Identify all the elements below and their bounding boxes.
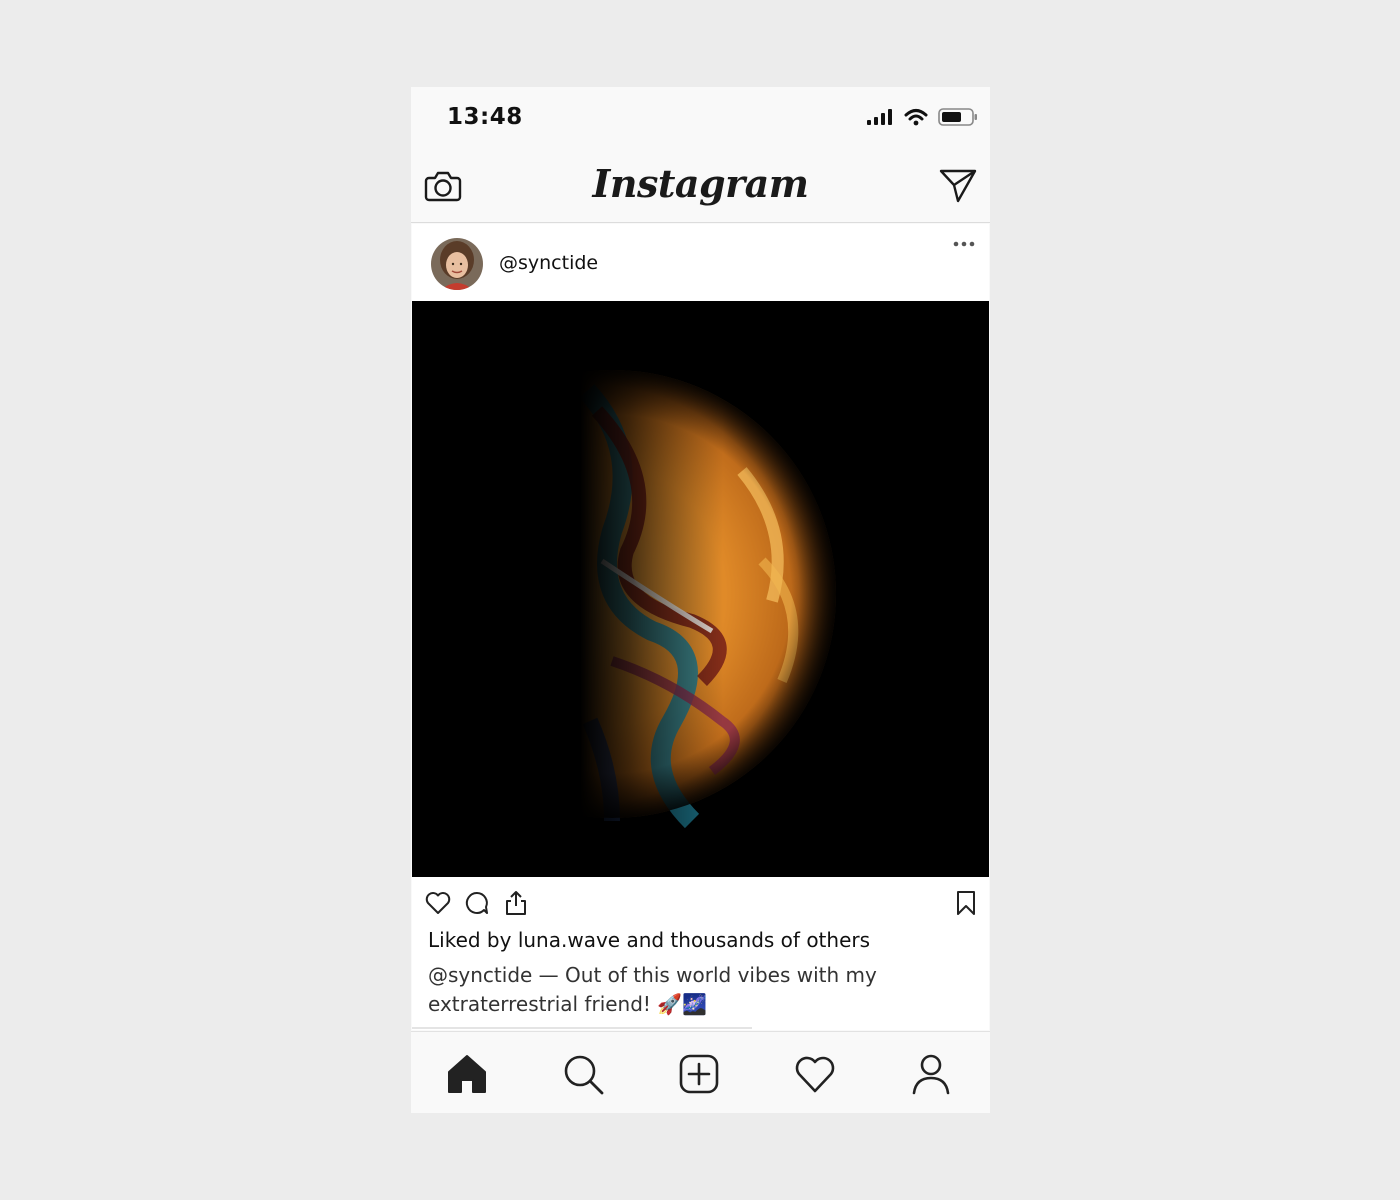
liked-by-text: Liked by luna.wave and thousands of othe… <box>428 928 871 952</box>
bookmark-icon[interactable] <box>952 889 980 917</box>
post-header: @synctide <box>412 224 989 301</box>
post-username[interactable]: @synctide <box>499 252 598 274</box>
post-image[interactable] <box>412 301 989 877</box>
post-divider <box>412 1027 752 1029</box>
home-icon[interactable] <box>445 1052 489 1096</box>
post-actions <box>412 877 989 927</box>
instagram-logo: Instagram <box>592 161 809 206</box>
bottom-tab-bar <box>411 1031 990 1113</box>
post-caption: @synctide — Out of this world vibes with… <box>428 961 948 1019</box>
status-icons <box>866 107 978 127</box>
status-time: 13:48 <box>447 104 523 130</box>
wifi-icon <box>904 109 928 126</box>
activity-heart-icon[interactable] <box>793 1052 837 1096</box>
more-options-icon[interactable] <box>951 232 977 256</box>
share-icon[interactable] <box>502 889 530 917</box>
planet-bubble-image <box>412 301 989 877</box>
heart-icon[interactable] <box>424 889 452 917</box>
send-icon[interactable] <box>938 165 978 205</box>
signal-icon <box>867 109 892 125</box>
status-bar: 13:48 <box>411 87 990 149</box>
search-icon[interactable] <box>561 1052 605 1096</box>
avatar[interactable] <box>431 238 483 290</box>
add-post-icon[interactable] <box>677 1052 721 1096</box>
top-nav: Instagram <box>411 149 990 223</box>
phone-screen: 13:48 Instagram @synctide Liked by luna.… <box>411 87 990 1113</box>
profile-icon[interactable] <box>909 1052 953 1096</box>
comment-icon[interactable] <box>463 889 491 917</box>
caption-username[interactable]: @synctide <box>428 963 532 987</box>
feed-post: @synctide Liked by luna.wave and thousan… <box>412 224 989 1030</box>
battery-icon <box>938 108 977 126</box>
